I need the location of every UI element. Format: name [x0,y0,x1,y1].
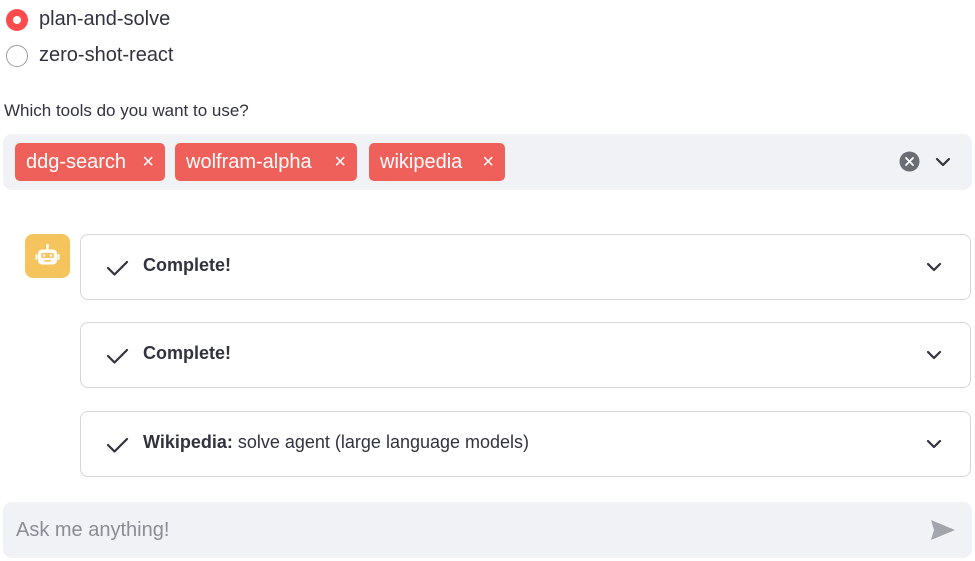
chip-label: wolfram-alpha [186,150,312,173]
radio-label: plan-and-solve [39,8,171,30]
clear-all-icon[interactable] [899,151,920,172]
radio-unselected-icon[interactable] [6,44,28,67]
radio-option-zero-shot-react[interactable]: zero-shot-react [6,44,174,67]
step-title: Complete! [143,255,231,276]
chevron-down-icon[interactable] [933,152,953,172]
step-title: Wikipedia: solve agent (large language m… [143,432,529,453]
radio-option-plan-and-solve[interactable]: plan-and-solve [6,8,170,31]
step-expander[interactable]: Complete! [80,234,971,300]
radio-label: zero-shot-react [39,44,174,66]
step-title-rest: solve agent (large language models) [232,432,530,452]
chevron-down-icon[interactable] [924,345,944,365]
check-icon [106,435,130,455]
chevron-down-icon[interactable] [924,434,944,454]
step-expander[interactable]: Wikipedia: solve agent (large language m… [80,411,971,477]
tool-chip-wikipedia[interactable]: wikipedia × [369,143,505,181]
step-title-bold: Complete! [143,255,232,275]
step-expander[interactable]: Complete! [80,322,971,388]
chip-label: ddg-search [26,150,127,173]
check-icon [106,258,130,278]
tool-chip-ddg-search[interactable]: ddg-search × [15,143,165,181]
step-title-bold: Wikipedia: [143,432,233,452]
tools-multiselect[interactable]: ddg-search × wolfram-alpha × wikipedia × [3,134,972,190]
chip-label: wikipedia [380,150,463,173]
send-icon[interactable] [929,518,957,542]
radio-selected-icon[interactable] [6,8,28,31]
chat-input-container [3,502,972,558]
tool-chip-wolfram-alpha[interactable]: wolfram-alpha × [175,143,357,181]
step-title-bold: Complete! [143,343,232,363]
remove-chip-icon[interactable]: × [142,152,154,172]
tools-select-label: Which tools do you want to use? [4,101,249,120]
check-icon [106,346,130,366]
chat-input[interactable] [16,502,916,558]
chevron-down-icon[interactable] [924,257,944,277]
robot-icon [35,244,60,265]
remove-chip-icon[interactable]: × [482,152,494,172]
assistant-avatar [25,234,70,278]
remove-chip-icon[interactable]: × [334,152,346,172]
step-title: Complete! [143,343,231,364]
